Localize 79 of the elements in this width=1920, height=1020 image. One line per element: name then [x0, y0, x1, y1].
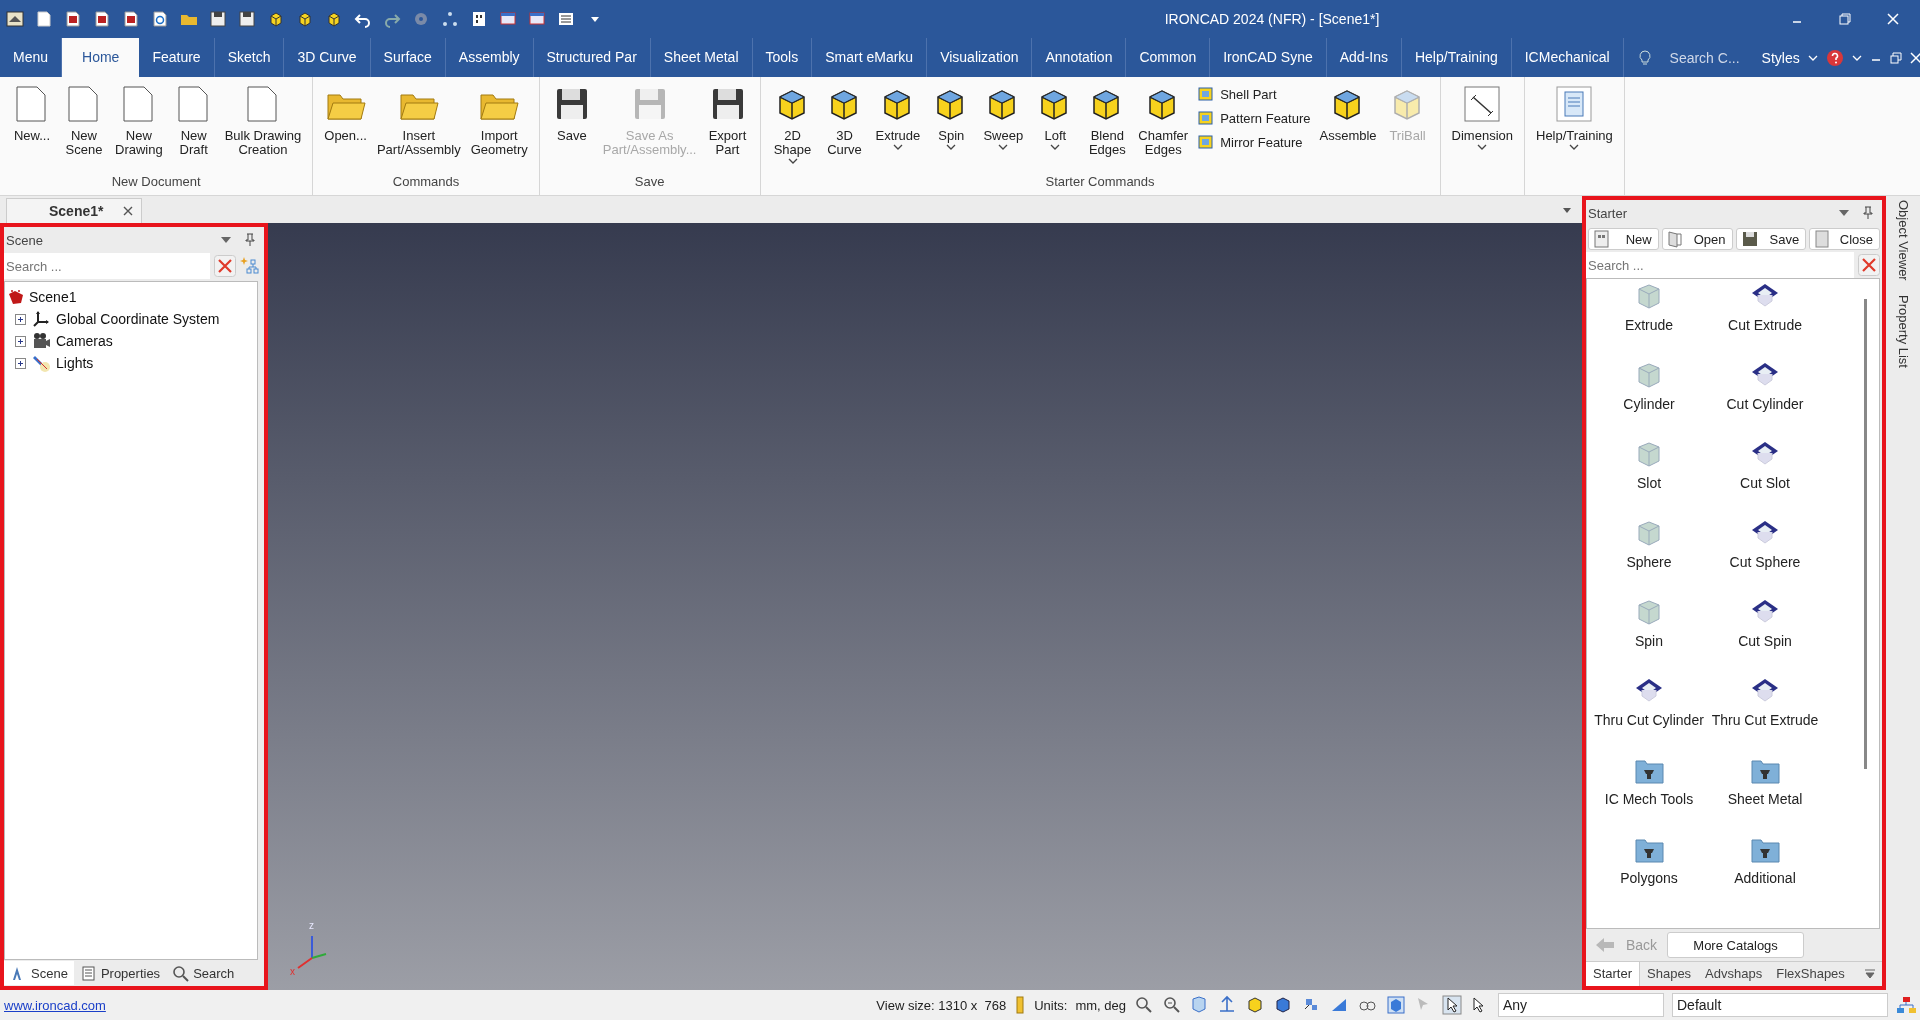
ribbon-button[interactable]: New... [6, 81, 58, 145]
ribbon-button[interactable]: Dimension [1446, 81, 1518, 153]
group-label: Save [633, 174, 666, 191]
catalog-item[interactable]: Thru Cut Cylinder [1591, 674, 1707, 753]
panel-tab[interactable]: Search [166, 961, 241, 985]
more-catalogs-button[interactable]: More Catalogs [1667, 932, 1805, 958]
axis-label: x [290, 966, 295, 977]
catalog-item[interactable]: Extrude [1591, 279, 1707, 358]
axis-label: z [309, 920, 314, 931]
catalog-item[interactable]: Cut Sphere [1707, 516, 1823, 595]
ribbon-button[interactable]: Shell Part [1197, 85, 1311, 103]
catalog-item[interactable]: Thru Cut Extrude [1707, 674, 1823, 753]
catalog-tab[interactable]: Shapes [1640, 962, 1699, 986]
catalog-tab[interactable]: Advshaps [1698, 962, 1770, 986]
ribbon-button[interactable]: 3D Curve [818, 81, 871, 159]
website-link[interactable]: www.ironcad.com [4, 997, 106, 1013]
view-size-text: View size: 1310 x 768 [876, 997, 1007, 1013]
ribbon-button[interactable]: Pattern Feature [1197, 109, 1311, 127]
filter-dropdown[interactable]: Any [1498, 993, 1664, 1017]
panel-tab[interactable]: Properties [73, 961, 167, 985]
search-field[interactable]: Search C... [1659, 49, 1754, 66]
group-label: Starter Commands [1044, 174, 1156, 191]
ribbon-button[interactable]: Blend Edges [1081, 81, 1134, 159]
catalog-item[interactable]: Cut Cylinder [1707, 358, 1823, 437]
side-tab[interactable]: Object Viewer [1895, 200, 1911, 281]
units-value: mm, deg [1075, 997, 1126, 1013]
tree-item[interactable]: Lights [7, 352, 255, 374]
ribbon-button[interactable]: Bulk Drawing Creation [219, 81, 307, 159]
catalog-item[interactable]: Cut Slot [1707, 437, 1823, 516]
tree-item[interactable]: Scene1 [7, 286, 255, 308]
catalog-button[interactable]: Save [1735, 228, 1807, 250]
search-field[interactable]: Search ... [1586, 252, 1854, 278]
catalog-item[interactable]: Sphere [1591, 516, 1707, 595]
ribbon-button[interactable]: Save [545, 81, 598, 145]
ribbon-button[interactable]: Import Geometry [465, 81, 533, 159]
ribbon-button[interactable]: Help/Training [1531, 81, 1618, 153]
ribbon-button[interactable]: Open... [319, 81, 372, 145]
catalog-button[interactable]: Close [1809, 228, 1880, 250]
document-tab[interactable]: Scene1* [6, 198, 143, 223]
ribbon-button[interactable]: New Scene [58, 81, 110, 159]
units-label: Units: [1034, 997, 1068, 1013]
ribbon-button[interactable]: Spin [925, 81, 978, 153]
catalog-item[interactable]: Polygons [1591, 832, 1707, 911]
tree-item[interactable]: Global Coordinate System [7, 308, 255, 330]
catalog-item[interactable]: IC Mech Tools [1591, 753, 1707, 832]
panel-tab[interactable]: Scene [4, 961, 74, 985]
ribbon-button[interactable]: Insert Part/Assembly [371, 81, 466, 159]
catalog-tab[interactable]: FlexShapes [1769, 962, 1852, 986]
window-title: IRONCAD 2024 (NFR) - [Scene1*] [1163, 11, 1381, 27]
ribbon-button[interactable]: Export Part [701, 81, 754, 159]
ribbon-button[interactable]: Mirror Feature [1197, 133, 1311, 151]
style-dropdown[interactable]: Default [1672, 993, 1888, 1017]
catalog-item[interactable]: Cylinder [1591, 358, 1707, 437]
catalog-button[interactable]: Open [1661, 228, 1733, 250]
catalog-item[interactable]: Sheet Metal [1707, 753, 1823, 832]
ribbon-button[interactable]: Sweep [977, 81, 1030, 153]
group-label: Commands [391, 174, 461, 191]
catalog-item[interactable]: Spin [1591, 595, 1707, 674]
catalog-button[interactable]: New [1588, 228, 1659, 250]
tree-item[interactable]: Cameras [7, 330, 255, 352]
ribbon-button[interactable]: Assemble [1314, 81, 1382, 145]
panel-title: Scene [6, 232, 43, 248]
ribbon-button[interactable]: New Drawing [110, 81, 168, 159]
ribbon-button[interactable]: Loft [1029, 81, 1082, 153]
ribbon-button[interactable]: Extrude [870, 81, 926, 153]
search-field[interactable]: Search ... [4, 253, 210, 279]
ribbon-button[interactable]: 2D Shape [766, 81, 819, 167]
catalog-item[interactable]: Cut Extrude [1707, 279, 1823, 358]
ribbon-button[interactable]: Chamfer Edges [1133, 81, 1194, 159]
side-tab[interactable]: Property List [1895, 294, 1911, 368]
catalog-tab[interactable]: Starter [1586, 962, 1640, 986]
catalog-item[interactable]: Slot [1591, 437, 1707, 516]
group-label: New Document [110, 174, 202, 191]
catalog-item[interactable]: Additional [1707, 832, 1823, 911]
styles-menu[interactable]: Styles [1761, 49, 1800, 66]
ribbon-button[interactable]: New Draft [167, 81, 220, 159]
catalog-item[interactable]: Cut Spin [1707, 595, 1823, 674]
panel-title: Starter [1588, 205, 1627, 221]
ribbon-tab[interactable]: Home [62, 38, 140, 77]
